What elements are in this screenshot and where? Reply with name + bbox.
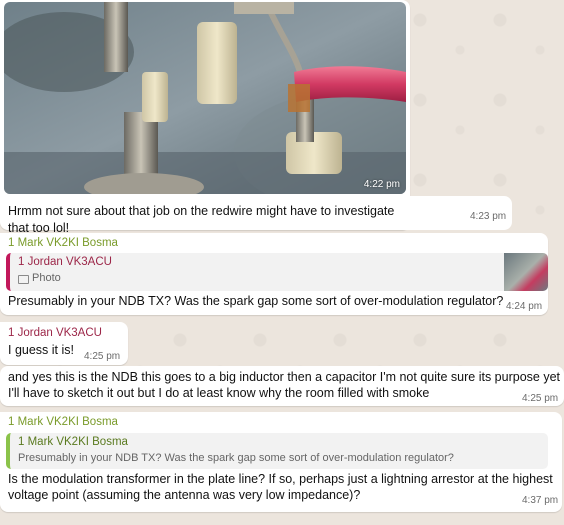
message-bubble-reply[interactable]: 1 Mark VK2KI Bosma 1 Jordan VK3ACU Photo… [0, 233, 548, 315]
shared-photo[interactable]: 4:22 pm [4, 2, 406, 194]
message-timestamp: 4:24 pm [506, 301, 543, 312]
quote-text: Presumably in your NDB TX? Was the spark… [18, 452, 454, 464]
quoted-message[interactable]: 1 Jordan VK3ACU Photo [6, 253, 548, 291]
message-text-line-1: and yes this is the NDB this goes to a b… [8, 370, 560, 384]
message-timestamp: 4:37 pm [522, 495, 559, 506]
quote-thumbnail [504, 253, 548, 291]
sender-name[interactable]: 1 Mark VK2KI Bosma [8, 237, 118, 249]
sender-name[interactable]: 1 Jordan VK3ACU [8, 327, 102, 339]
message-bubble-caption-extension: 4:23 pm [400, 196, 512, 230]
quote-sender-name: 1 Mark VK2KI Bosma [18, 436, 128, 448]
message-timestamp: 4:25 pm [522, 393, 559, 404]
message-text: I guess it is! [8, 343, 74, 357]
message-text-line-2: I'll have to sketch it out but I do at l… [8, 386, 430, 400]
message-timestamp-display: 4:23 pm [470, 211, 507, 222]
photo-timestamp: 4:22 pm [363, 179, 400, 190]
message-text: Presumably in your NDB TX? Was the spark… [8, 294, 504, 308]
message-bubble-reply[interactable]: 1 Mark VK2KI Bosma 1 Mark VK2KI Bosma Pr… [0, 412, 562, 512]
message-text-line-2: voltage point (assuming the antenna was … [8, 488, 361, 502]
photo-icon [18, 275, 29, 284]
message-text-line-1: Is the modulation transformer in the pla… [8, 472, 553, 486]
sender-name[interactable]: 1 Mark VK2KI Bosma [8, 416, 118, 428]
quote-text: Photo [32, 272, 61, 284]
quote-sender-name: 1 Jordan VK3ACU [18, 256, 112, 268]
message-text: Hrmm not sure about that job on the redw… [8, 204, 395, 235]
message-bubble-long[interactable]: and yes this is the NDB this goes to a b… [0, 366, 564, 406]
quoted-message[interactable]: 1 Mark VK2KI Bosma Presumably in your ND… [6, 433, 548, 469]
message-timestamp: 4:25 pm [84, 351, 121, 362]
message-bubble-short[interactable]: 1 Jordan VK3ACU I guess it is! 4:25 pm [0, 322, 128, 365]
message-bubble-photo[interactable]: 4:22 pm Hrmm not sure about that job on … [0, 0, 410, 235]
